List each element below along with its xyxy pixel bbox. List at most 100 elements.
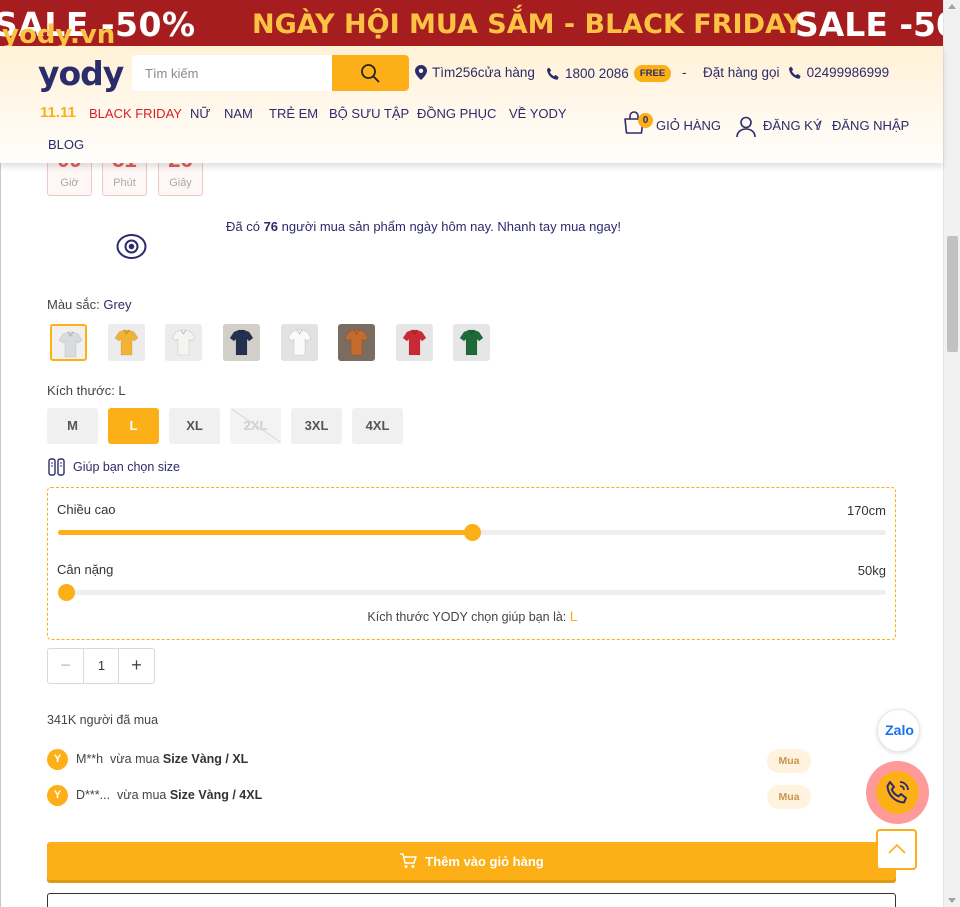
weight-slider[interactable] xyxy=(58,584,886,601)
size-option-m[interactable]: M xyxy=(47,408,98,444)
stores-count: 256 xyxy=(455,65,478,80)
weight-label: Cân nặng xyxy=(57,562,114,577)
countdown-hours-label: Giờ xyxy=(60,177,79,189)
color-swatch-white[interactable] xyxy=(281,324,318,361)
shirt-thumbnail-icon xyxy=(52,326,85,359)
color-label-text: Màu sắc: xyxy=(47,297,104,312)
nav-item-11-11[interactable]: 11.11 xyxy=(40,104,76,121)
login-link[interactable]: ĐĂNG NHẬP xyxy=(832,118,909,133)
register-link[interactable]: ĐĂNG KÝ xyxy=(763,118,822,133)
nav-item-bo-suu-tap[interactable]: BỘ SƯU TẬP xyxy=(329,106,409,121)
eye-icon xyxy=(116,234,147,259)
bought-prefix: Đã có xyxy=(226,219,264,234)
nav-item-dong-phuc[interactable]: ĐỒNG PHỤC xyxy=(417,106,496,121)
user-icon xyxy=(736,116,756,138)
order-label: Đặt hàng gọi xyxy=(703,65,780,80)
weight-slider-handle[interactable] xyxy=(58,584,75,601)
recent-purchase-text: D***... vừa mua Size Vàng / 4XL xyxy=(76,788,262,802)
call-button[interactable] xyxy=(876,771,919,814)
search-icon xyxy=(361,64,380,83)
scroll-up-arrow[interactable] xyxy=(948,4,956,9)
page-scrollbar[interactable] xyxy=(943,0,960,907)
size-option-xl[interactable]: XL xyxy=(169,408,220,444)
search-button[interactable] xyxy=(332,55,409,91)
quantity-value[interactable]: 1 xyxy=(84,649,119,683)
buy-button[interactable]: Mua xyxy=(767,785,811,809)
free-badge: FREE xyxy=(633,65,672,82)
nav-item-tre-em[interactable]: TRẺ EM xyxy=(269,106,318,121)
size-label-text: Kích thước: xyxy=(47,383,119,398)
zalo-chat-button[interactable]: Zalo xyxy=(877,709,920,752)
site-header: yody Tìm 256 cửa hàng 1800 2086 FREE - Đ… xyxy=(0,46,943,163)
size-option-3xl[interactable]: 3XL xyxy=(291,408,342,444)
buy-button[interactable]: Mua xyxy=(767,749,811,773)
shirt-thumbnail-icon xyxy=(453,324,490,361)
quantity-decrease-button[interactable]: − xyxy=(48,649,84,683)
recent-purchase: Y D***... vừa mua Size Vàng / 4XL Mua xyxy=(47,785,817,809)
color-label: Màu sắc: Grey xyxy=(47,297,132,312)
shirt-thumbnail-icon xyxy=(165,324,202,361)
nav-item-nam[interactable]: NAM xyxy=(224,106,253,121)
chevron-up-icon xyxy=(888,843,906,854)
shirt-thumbnail-icon xyxy=(281,324,318,361)
header-separator: - xyxy=(682,65,687,80)
buyer-action: vừa mua xyxy=(103,752,163,766)
yody-logo[interactable]: yody xyxy=(38,54,124,93)
buy-now-button[interactable] xyxy=(47,893,896,907)
stores-suffix: cửa hàng xyxy=(477,65,535,80)
color-swatch-red[interactable] xyxy=(396,324,433,361)
height-slider-fill xyxy=(58,530,473,535)
nav-item-nu[interactable]: NỮ xyxy=(190,106,211,121)
color-swatch-yellow[interactable] xyxy=(108,324,145,361)
nav-item-ve-yody[interactable]: VỀ YODY xyxy=(509,106,567,121)
cart-icon xyxy=(400,853,418,868)
size-selected: L xyxy=(118,383,126,398)
size-option-4xl[interactable]: 4XL xyxy=(352,408,403,444)
cart-count-badge: 0 xyxy=(638,113,653,128)
scroll-thumb[interactable] xyxy=(947,236,958,352)
scroll-down-arrow[interactable] xyxy=(948,898,956,903)
location-pin-icon xyxy=(415,65,427,80)
weight-value: 50kg xyxy=(857,563,886,578)
add-to-cart-label: Thêm vào giỏ hàng xyxy=(425,853,544,869)
shirt-thumbnail-icon xyxy=(108,324,145,361)
product-page: SALE -50% yody.vn NGÀY HỘI MUA SẮM - BLA… xyxy=(0,0,960,907)
size-helper-link[interactable]: Giúp bạn chọn size xyxy=(48,458,180,476)
shirt-thumbnail-icon xyxy=(223,324,260,361)
size-helper-text: Giúp bạn chọn size xyxy=(73,460,181,474)
account-slash: / xyxy=(818,118,822,133)
bought-suffix: người mua sản phẩm ngày hôm nay. Nhanh t… xyxy=(278,219,621,234)
height-value: 170cm xyxy=(846,503,886,518)
countdown-seconds-label: Giây xyxy=(169,177,192,189)
add-to-cart-button[interactable]: Thêm vào giỏ hàng xyxy=(47,842,896,880)
order-by-phone-link[interactable]: Đặt hàng gọi 02499986999 xyxy=(703,65,889,80)
nav-item-black-friday[interactable]: BLACK FRIDAY xyxy=(89,106,182,121)
size-option-l[interactable]: L xyxy=(108,408,159,444)
color-swatch-green[interactable] xyxy=(453,324,490,361)
hotline-number: 1800 2086 xyxy=(565,66,629,81)
color-swatch-orange[interactable] xyxy=(338,324,375,361)
height-slider-handle[interactable] xyxy=(464,524,481,541)
stores-prefix: Tìm xyxy=(432,65,456,80)
sold-count: 341K người đã mua xyxy=(47,713,159,727)
hotline-link[interactable]: 1800 2086 FREE xyxy=(546,65,672,82)
store-locator-link[interactable]: Tìm 256 cửa hàng xyxy=(415,65,535,80)
buyer-name: D***... xyxy=(76,788,111,802)
color-swatch-white-stripe[interactable] xyxy=(165,324,202,361)
quantity-increase-button[interactable]: + xyxy=(118,649,154,683)
color-swatch-navy[interactable] xyxy=(223,324,260,361)
logo-text: yody xyxy=(38,54,124,93)
phone-icon xyxy=(547,67,559,80)
height-slider[interactable] xyxy=(58,524,886,541)
separator-dash: - xyxy=(682,65,687,80)
countdown-minutes-label: Phút xyxy=(113,177,136,189)
search-input[interactable] xyxy=(132,55,332,91)
nav-item-blog[interactable]: BLOG xyxy=(48,137,84,152)
scroll-to-top-button[interactable] xyxy=(876,829,917,870)
promo-sale-right: SALE -50% xyxy=(795,5,943,44)
promo-banner[interactable]: SALE -50% yody.vn NGÀY HỘI MUA SẮM - BLA… xyxy=(0,0,943,46)
recommended-size-value: L xyxy=(569,608,578,624)
buyer-action: vừa mua xyxy=(110,788,170,802)
color-swatch-grey[interactable] xyxy=(50,324,87,361)
recent-purchase-text: M**h vừa mua Size Vàng / XL xyxy=(76,752,248,766)
